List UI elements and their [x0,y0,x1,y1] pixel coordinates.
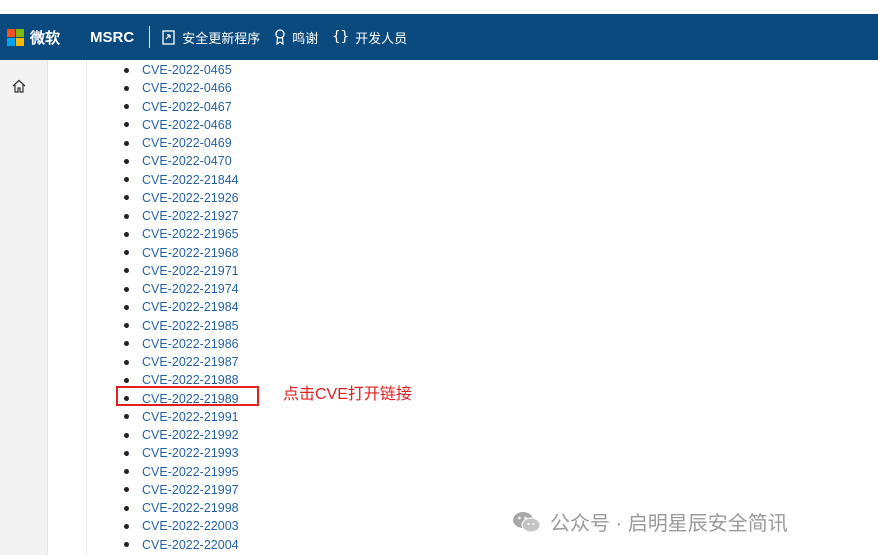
home-icon [12,79,26,93]
cve-list-item: CVE-2022-21992 [124,426,239,444]
cve-link[interactable]: CVE-2022-21968 [142,246,239,260]
cve-list-item: CVE-2022-21927 [124,207,239,225]
nav-acknowledgements-label: 鸣谢 [292,30,319,46]
cve-link[interactable]: CVE-2022-21844 [142,173,239,187]
cve-link[interactable]: CVE-2022-21927 [142,209,239,223]
annotation-text: 点击CVE打开链接 [283,386,412,403]
left-sidebar [0,60,48,555]
cve-list-item: CVE-2022-21993 [124,444,239,462]
wechat-icon [513,511,541,532]
cve-link[interactable]: CVE-2022-21987 [142,355,239,369]
cve-list-item: CVE-2022-21995 [124,463,239,481]
cve-link[interactable]: CVE-2022-21985 [142,319,239,333]
cve-list-item: CVE-2022-0465 [124,61,239,79]
cve-list-item: CVE-2022-21844 [124,171,239,189]
cve-link[interactable]: CVE-2022-0467 [142,100,232,114]
cve-link[interactable]: CVE-2022-22003 [142,519,239,533]
cve-link[interactable]: CVE-2022-21986 [142,337,239,351]
site-header: 微软 MSRC 安全更新程序 鸣谢 {} 开发人员 [0,14,878,60]
cve-list-item: CVE-2022-21998 [124,499,239,517]
cve-link[interactable]: CVE-2022-0469 [142,136,232,150]
cve-list-item: CVE-2022-21965 [124,225,239,243]
cve-link[interactable]: CVE-2022-0468 [142,118,232,132]
cve-list-item: CVE-2022-0466 [124,79,239,97]
cve-list-item: CVE-2022-21991 [124,408,239,426]
cve-list-item: CVE-2022-21968 [124,244,239,262]
cve-link[interactable]: CVE-2022-21992 [142,428,239,442]
cve-link[interactable]: CVE-2022-21974 [142,282,239,296]
cve-list-item: CVE-2022-21926 [124,189,239,207]
cve-link[interactable]: CVE-2022-0470 [142,154,232,168]
code-braces-icon: {} [332,29,350,45]
cve-link[interactable]: CVE-2022-21995 [142,465,239,479]
cve-link[interactable]: CVE-2022-21997 [142,483,239,497]
microsoft-logo-icon [7,28,24,46]
cve-list-item: CVE-2022-0470 [124,152,239,170]
cve-link[interactable]: CVE-2022-21998 [142,501,239,515]
cve-link[interactable]: CVE-2022-21926 [142,191,239,205]
nav-developers-label: 开发人员 [355,30,408,46]
cve-list-item: CVE-2022-21997 [124,481,239,499]
msrc-link[interactable]: MSRC [90,29,134,46]
cve-link[interactable]: CVE-2022-21984 [142,300,239,314]
home-button[interactable] [11,78,27,99]
cve-list-item: CVE-2022-21985 [124,317,239,335]
cve-list-item: CVE-2022-21986 [124,335,239,353]
cve-list-item: CVE-2022-21987 [124,353,239,371]
nav-acknowledgements[interactable]: 鸣谢 [274,28,318,47]
cve-list: CVE-2022-0465 CVE-2022-0466 CVE-2022-0467 C… [124,61,239,554]
cve-link[interactable]: CVE-2022-21993 [142,446,239,460]
cve-list-item: CVE-2022-0468 [124,116,239,134]
cve-list-item: CVE-2022-21971 [124,262,239,280]
microsoft-logo[interactable]: 微软 [7,27,60,48]
cve-link[interactable]: CVE-2022-0465 [142,63,232,77]
nav-developers[interactable]: {} 开发人员 [332,28,407,47]
cve-link[interactable]: CVE-2022-21971 [142,264,239,278]
watermark: 公众号 · 启明星辰安全简讯 [512,507,788,536]
browser-top-strip [0,0,878,14]
nav-security-updates[interactable]: 安全更新程序 [162,28,260,47]
update-doc-icon [162,29,175,45]
brand-name: 微软 [30,29,61,47]
cve-list-item: CVE-2022-21984 [124,298,239,316]
watermark-text: 公众号 · 启明星辰安全简讯 [550,513,788,535]
content-left-border [86,60,87,555]
cve-list-item: CVE-2022-0469 [124,134,239,152]
cve-list-item: CVE-2022-21974 [124,280,239,298]
highlight-box [116,386,259,406]
cve-link[interactable]: CVE-2022-22004 [142,538,239,552]
award-ribbon-icon [275,29,285,45]
cve-list-item: CVE-2022-22004 [124,536,239,554]
cve-list-item: CVE-2022-22003 [124,517,239,535]
cve-list-item: CVE-2022-0467 [124,98,239,116]
cve-link[interactable]: CVE-2022-21991 [142,410,239,424]
nav-security-updates-label: 安全更新程序 [182,30,261,46]
cve-link[interactable]: CVE-2022-21965 [142,227,239,241]
cve-link[interactable]: CVE-2022-0466 [142,81,232,95]
header-divider [149,26,151,48]
